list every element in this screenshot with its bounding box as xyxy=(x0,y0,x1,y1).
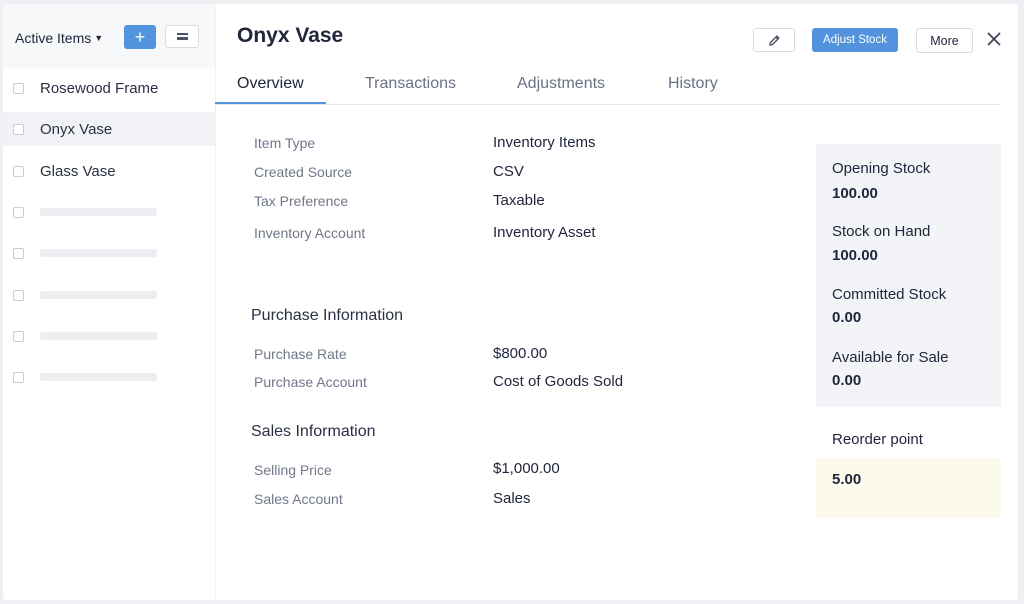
add-item-button[interactable]: + xyxy=(124,25,156,49)
close-button[interactable] xyxy=(985,30,1003,48)
detail-value: Sales xyxy=(493,490,531,507)
stock-on-hand-value: 100.00 xyxy=(832,247,878,264)
loading-placeholder xyxy=(40,291,157,299)
reorder-point-box: 5.00 xyxy=(816,458,1001,518)
item-checkbox[interactable] xyxy=(13,123,24,135)
detail-label: Item Type xyxy=(254,135,316,151)
stock-summary-panel: Opening Stock 100.00 Stock on Hand 100.0… xyxy=(816,144,1001,407)
more-button[interactable]: More xyxy=(916,28,973,53)
item-name: Onyx Vase xyxy=(40,120,113,138)
list-item[interactable]: Rosewood Frame xyxy=(3,71,215,105)
tab-transactions[interactable]: Transactions xyxy=(365,75,456,93)
page-title: Onyx Vase xyxy=(237,24,344,47)
item-checkbox[interactable] xyxy=(13,330,24,342)
item-name: Glass Vase xyxy=(40,162,116,180)
item-checkbox[interactable] xyxy=(13,371,24,383)
committed-stock-label: Committed Stock xyxy=(832,286,947,303)
available-for-sale-label: Available for Sale xyxy=(832,349,949,366)
sales-section-heading: Sales Information xyxy=(251,423,376,440)
committed-stock-value: 0.00 xyxy=(832,309,862,326)
detail-label: Tax Preference xyxy=(254,193,349,209)
list-menu-button[interactable] xyxy=(165,25,199,48)
item-name: Rosewood Frame xyxy=(40,79,159,97)
active-items-filter[interactable]: Active Items ▼ xyxy=(15,30,103,46)
item-list-sidebar: Active Items ▼ + Rosewood Frame Onyx Vas… xyxy=(3,4,216,600)
list-item[interactable]: Glass Vase xyxy=(3,154,215,188)
adjust-stock-button[interactable]: Adjust Stock xyxy=(812,28,898,52)
detail-value: Inventory Asset xyxy=(493,224,596,241)
detail-value: Taxable xyxy=(493,192,545,209)
filter-label: Active Items xyxy=(15,30,92,46)
detail-value: $800.00 xyxy=(493,345,548,362)
detail-label: Purchase Account xyxy=(254,374,367,390)
close-icon xyxy=(987,32,1001,46)
loading-placeholder xyxy=(40,332,157,340)
item-checkbox[interactable] xyxy=(13,289,24,301)
detail-label: Purchase Rate xyxy=(254,346,347,362)
opening-stock-value: 100.00 xyxy=(832,185,878,202)
loading-placeholder xyxy=(40,208,157,216)
plus-icon: + xyxy=(134,26,146,47)
detail-value: Cost of Goods Sold xyxy=(493,373,624,390)
tab-overview[interactable]: Overview xyxy=(237,75,304,93)
sidebar-header: Active Items ▼ + xyxy=(3,4,215,68)
loading-placeholder xyxy=(40,249,157,257)
tab-adjustments[interactable]: Adjustments xyxy=(517,75,605,93)
placeholder-row xyxy=(3,195,215,229)
purchase-section-heading: Purchase Information xyxy=(251,307,404,324)
pencil-icon xyxy=(768,34,780,46)
item-checkbox[interactable] xyxy=(13,165,24,177)
item-checkbox[interactable] xyxy=(13,206,24,218)
edit-button[interactable] xyxy=(753,28,795,52)
detail-value: CSV xyxy=(493,163,524,180)
caret-down-icon: ▼ xyxy=(94,33,104,43)
detail-value: $1,000.00 xyxy=(493,460,560,477)
placeholder-row xyxy=(3,360,215,394)
detail-value: Inventory Items xyxy=(493,134,596,151)
tab-bar: Overview Transactions Adjustments Histor… xyxy=(215,64,1000,105)
stock-on-hand-label: Stock on Hand xyxy=(832,223,931,240)
reorder-point-label: Reorder point xyxy=(832,431,923,448)
item-checkbox[interactable] xyxy=(13,82,24,94)
available-for-sale-value: 0.00 xyxy=(832,372,862,389)
detail-label: Selling Price xyxy=(254,462,332,478)
active-tab-indicator xyxy=(215,102,326,104)
reorder-point-value: 5.00 xyxy=(832,471,862,488)
app-window: Active Items ▼ + Rosewood Frame Onyx Vas… xyxy=(3,4,1018,600)
opening-stock-label: Opening Stock xyxy=(832,160,931,177)
hamburger-icon xyxy=(176,33,188,40)
loading-placeholder xyxy=(40,373,157,381)
placeholder-row xyxy=(3,236,215,270)
tab-history[interactable]: History xyxy=(668,75,718,93)
detail-label: Inventory Account xyxy=(254,225,366,241)
item-checkbox[interactable] xyxy=(13,247,24,259)
detail-label: Created Source xyxy=(254,164,353,180)
placeholder-row xyxy=(3,278,215,312)
detail-label: Sales Account xyxy=(254,491,343,507)
list-item-selected[interactable]: Onyx Vase xyxy=(3,112,215,146)
placeholder-row xyxy=(3,319,215,353)
